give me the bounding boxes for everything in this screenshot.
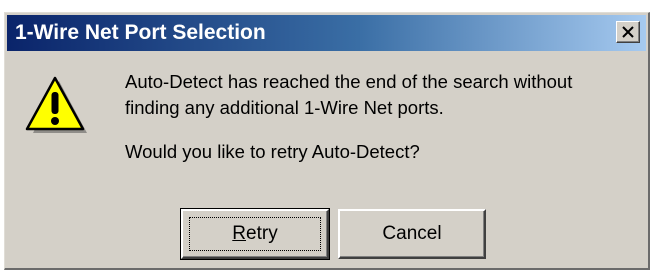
message-line-2: finding any additional 1-Wire Net ports.	[125, 97, 444, 118]
dialog-window: 1-Wire Net Port Selection Auto-Detect ha…	[4, 12, 650, 270]
close-icon	[622, 26, 634, 38]
message-text: Auto-Detect has reached the end of the s…	[125, 69, 645, 165]
window-title: 1-Wire Net Port Selection	[15, 21, 266, 44]
title-bar[interactable]: 1-Wire Net Port Selection	[7, 15, 646, 51]
cancel-button[interactable]: Cancel	[338, 209, 486, 259]
message-question: Would you like to retry Auto-Detect?	[125, 141, 420, 162]
message-line-1: Auto-Detect has reached the end of the s…	[125, 71, 573, 92]
close-button[interactable]	[616, 21, 640, 43]
cancel-button-label: Cancel	[382, 223, 442, 244]
retry-button[interactable]: Retry	[180, 208, 330, 260]
retry-button-label: Retry	[232, 223, 278, 244]
warning-icon	[25, 76, 87, 133]
